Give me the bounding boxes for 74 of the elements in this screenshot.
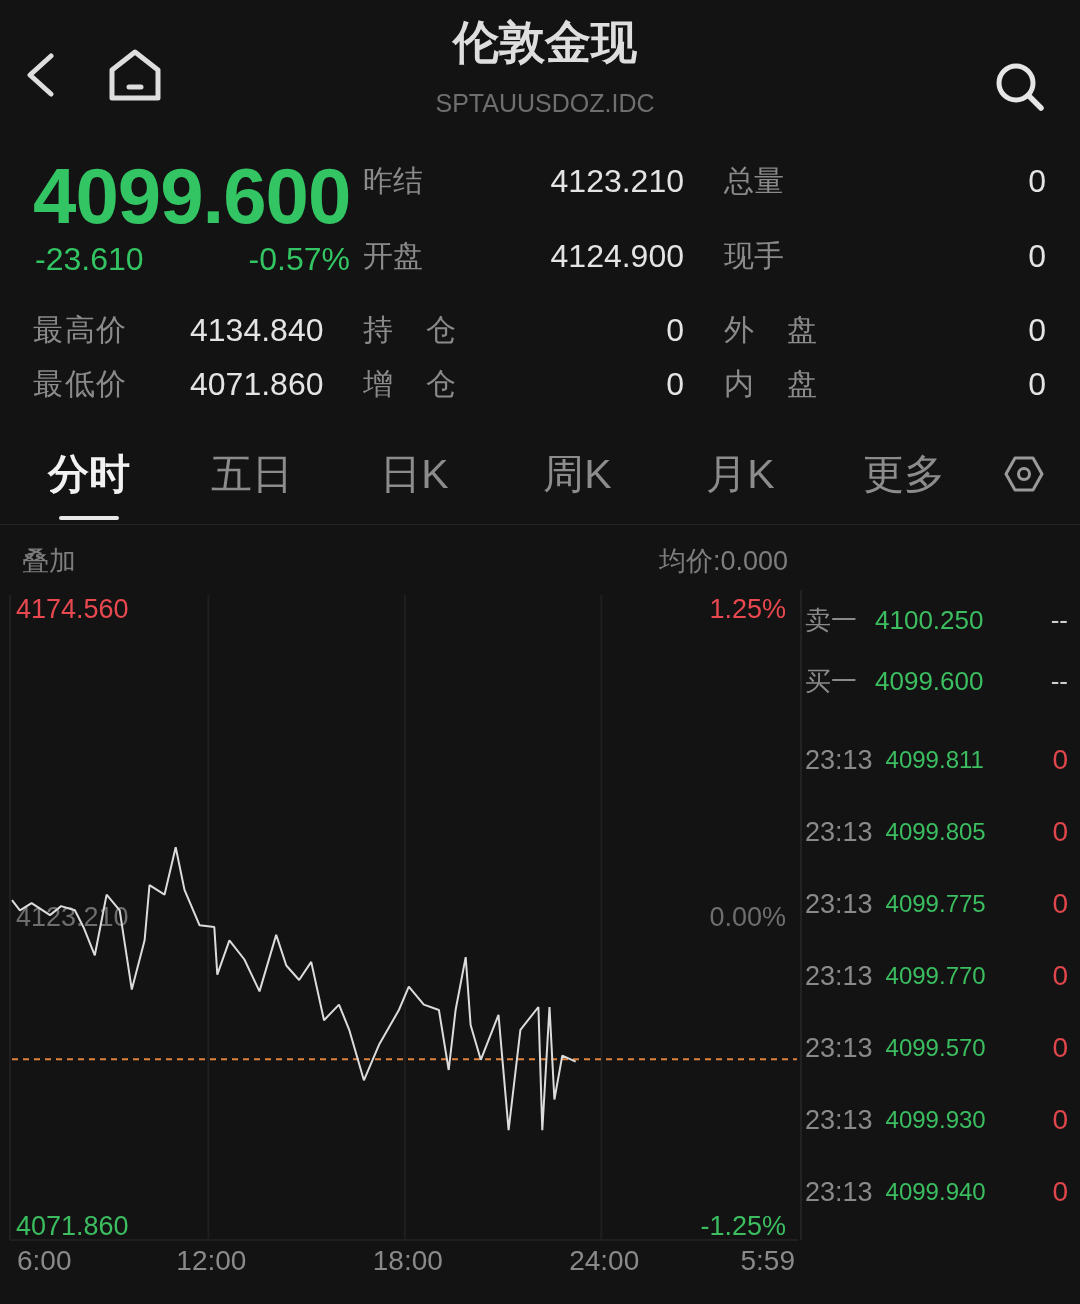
trade-time: 23:13 bbox=[805, 1176, 873, 1208]
stat-value: 0 bbox=[1028, 161, 1046, 201]
home-icon[interactable] bbox=[108, 49, 162, 101]
stat-label: 现手 bbox=[724, 237, 784, 274]
stat-label: 外 盘 bbox=[724, 312, 817, 348]
x-axis-label: 24:00 bbox=[569, 1245, 640, 1276]
trade-volume: 0 bbox=[1052, 888, 1068, 920]
stat-label: 昨结 bbox=[363, 162, 423, 199]
trade-time: 23:13 bbox=[805, 888, 873, 920]
trade-time: 23:13 bbox=[805, 744, 873, 776]
trade-price: 4099.805 bbox=[885, 818, 986, 846]
percent-axis-label: 1.25% bbox=[709, 594, 786, 625]
page-title: 伦敦金现 bbox=[453, 15, 637, 70]
percent-change: -0.57% bbox=[248, 240, 350, 279]
percent-axis-label: -1.25% bbox=[700, 1210, 786, 1241]
symbol-code: SPTAUUSDOZ.IDC bbox=[435, 88, 655, 119]
chart-tab[interactable]: 月K bbox=[706, 449, 775, 521]
x-axis-label: 18:00 bbox=[372, 1245, 443, 1276]
stat-value: 4123.210 bbox=[550, 161, 684, 201]
chart-tab[interactable]: 周K bbox=[543, 449, 612, 521]
trade-volume: 0 bbox=[1052, 1032, 1068, 1064]
chart-tab[interactable]: 五日 bbox=[210, 449, 293, 521]
chart-tab[interactable]: 更多 bbox=[862, 449, 945, 521]
stat-value: 4071.860 bbox=[190, 365, 324, 404]
y-axis-label: 4174.560 bbox=[16, 594, 129, 625]
settings-icon[interactable] bbox=[1004, 455, 1044, 493]
y-axis-label: 4071.860 bbox=[16, 1210, 129, 1241]
chart-tab[interactable]: 日K bbox=[380, 449, 449, 521]
stat-label: 开盘 bbox=[363, 237, 423, 274]
x-axis-label: 5:59 bbox=[740, 1245, 795, 1276]
overlay-label[interactable]: 叠加 bbox=[22, 543, 76, 578]
trade-time: 23:13 bbox=[805, 1104, 873, 1136]
order-level-label: 卖一 bbox=[805, 604, 857, 637]
search-icon[interactable] bbox=[995, 62, 1045, 112]
price-change: -23.610 bbox=[35, 240, 144, 279]
trade-volume: 0 bbox=[1052, 960, 1068, 992]
stat-value: 4124.900 bbox=[550, 236, 684, 276]
order-volume: -- bbox=[1050, 666, 1068, 697]
order-price: 4100.250 bbox=[875, 605, 984, 636]
chart-tab[interactable]: 分时 bbox=[47, 449, 130, 521]
trade-price: 4099.930 bbox=[885, 1106, 986, 1134]
trade-volume: 0 bbox=[1052, 816, 1068, 848]
trade-volume: 0 bbox=[1052, 744, 1068, 776]
stat-value: 0 bbox=[1028, 236, 1046, 276]
stat-label: 最高价 bbox=[33, 312, 126, 348]
order-volume: -- bbox=[1050, 605, 1068, 636]
stat-label: 最低价 bbox=[33, 366, 126, 402]
trade-time: 23:13 bbox=[805, 816, 873, 848]
average-price: 均价:0.000 bbox=[658, 544, 788, 578]
stat-label: 增 仓 bbox=[363, 366, 456, 402]
stat-value: 0 bbox=[1028, 311, 1046, 350]
trade-volume: 0 bbox=[1052, 1176, 1068, 1208]
trade-price: 4099.811 bbox=[885, 746, 984, 774]
stat-label: 总量 bbox=[724, 162, 784, 199]
percent-axis-label: 0.00% bbox=[709, 902, 786, 933]
stat-value: 0 bbox=[666, 365, 684, 404]
trade-time: 23:13 bbox=[805, 1032, 873, 1064]
stat-label: 持 仓 bbox=[363, 312, 456, 348]
trade-volume: 0 bbox=[1052, 1104, 1068, 1136]
trade-price: 4099.570 bbox=[885, 1034, 986, 1062]
trade-price: 4099.775 bbox=[885, 890, 986, 918]
stat-value: 0 bbox=[666, 311, 684, 350]
last-price: 4099.600 bbox=[33, 153, 351, 239]
x-axis-label: 12:00 bbox=[176, 1245, 247, 1276]
order-price: 4099.600 bbox=[875, 666, 984, 697]
stat-label: 内 盘 bbox=[724, 366, 817, 402]
trade-price: 4099.940 bbox=[885, 1178, 986, 1206]
stat-value: 0 bbox=[1028, 365, 1046, 404]
x-axis-label: 6:00 bbox=[17, 1245, 72, 1276]
back-icon[interactable] bbox=[25, 53, 55, 97]
trade-price: 4099.770 bbox=[885, 962, 986, 990]
trade-time: 23:13 bbox=[805, 960, 873, 992]
order-level-label: 买一 bbox=[805, 665, 857, 698]
stat-value: 4134.840 bbox=[190, 311, 324, 350]
